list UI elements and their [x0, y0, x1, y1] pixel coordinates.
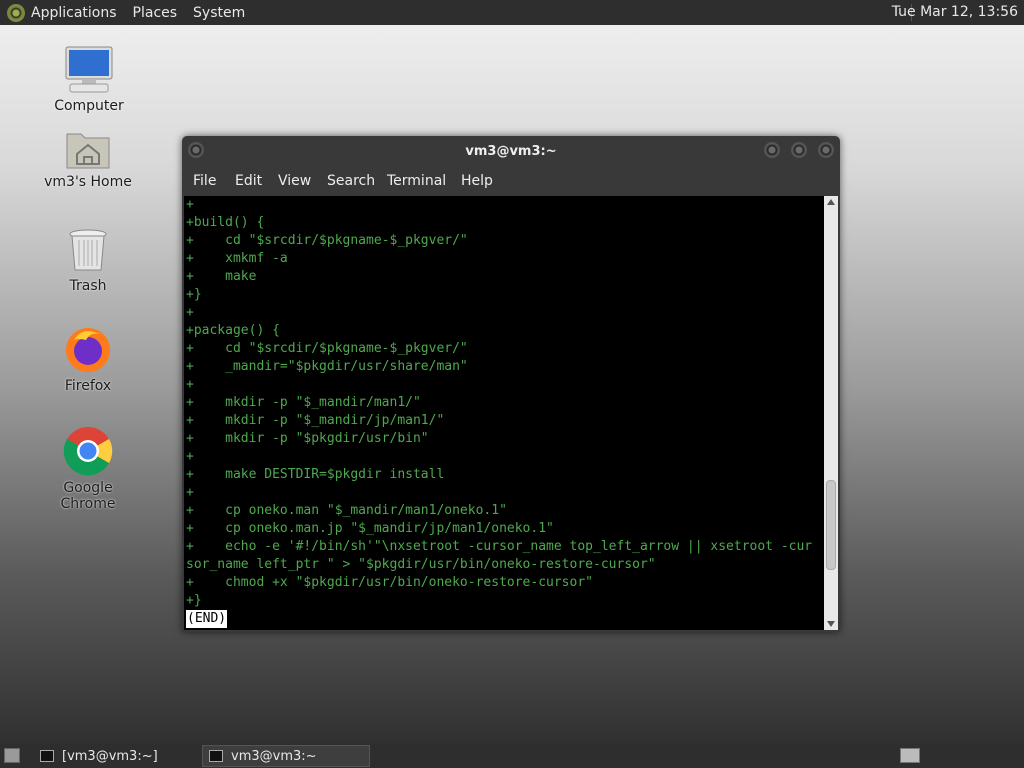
chrome-icon [63, 427, 113, 476]
terminal-line: + cd "$srcdir/$pkgname-$_pkgver/" [186, 341, 468, 356]
terminal-line: + make [186, 269, 257, 284]
menu-search[interactable]: Search [327, 173, 375, 189]
terminal-line: + echo -e '#!/bin/sh'"\nxsetroot -cursor… [186, 539, 813, 554]
terminal-line: + [186, 377, 194, 392]
maximize-icon[interactable] [791, 142, 807, 158]
terminal-icon [209, 750, 223, 762]
terminal-icon [40, 750, 54, 762]
terminal-line: + make DESTDIR=$pkgdir install [186, 467, 445, 482]
desktop-icon-trash[interactable]: Trash [38, 228, 138, 294]
menu-applications[interactable]: Applications [31, 5, 117, 21]
terminal-scrollbar[interactable] [824, 196, 838, 630]
close-icon[interactable] [818, 142, 834, 158]
home-folder-icon [66, 133, 110, 169]
menu-terminal[interactable]: Terminal [387, 173, 446, 189]
workspace-switcher[interactable] [900, 748, 920, 763]
menu-help[interactable]: Help [461, 173, 493, 189]
trash-icon [69, 229, 107, 271]
pager-status-line: (END) [184, 610, 824, 628]
menu-file[interactable]: File [193, 173, 216, 189]
top-panel: Applications Places System Tue Mar 12, 1… [0, 0, 1024, 25]
terminal-window[interactable]: vm3@vm3:~ File Edit View Search Terminal… [182, 136, 840, 632]
scroll-up-arrow-icon[interactable] [827, 199, 835, 205]
window-title: vm3@vm3:~ [465, 144, 557, 159]
distro-logo-icon[interactable] [7, 3, 25, 22]
terminal-line: + [186, 485, 194, 500]
terminal-line: +} [186, 593, 202, 608]
bottom-panel: [vm3@vm3:~] vm3@vm3:~ [0, 744, 1024, 768]
terminal-line: +build() { [186, 215, 265, 230]
desktop-icon-computer[interactable]: Computer [39, 46, 139, 114]
terminal-line: + cp oneko.man.jp "$_mandir/jp/man1/onek… [186, 521, 554, 536]
minimize-icon[interactable] [764, 142, 780, 158]
desktop-icon-label: Google Chrome [60, 480, 116, 512]
menu-view[interactable]: View [278, 173, 311, 189]
scroll-down-arrow-icon[interactable] [827, 621, 835, 627]
menu-system[interactable]: System [193, 5, 245, 21]
terminal-line: + mkdir -p "$_mandir/jp/man1/" [186, 413, 445, 428]
terminal-line: + cd "$srcdir/$pkgname-$_pkgver/" [186, 233, 468, 248]
terminal-line: + xmkmf -a [186, 251, 288, 266]
taskbar-item-terminal-2[interactable]: vm3@vm3:~ [202, 745, 370, 767]
terminal-line: + chmod +x "$pkgdir/usr/bin/oneko-restor… [186, 575, 593, 590]
window-titlebar[interactable]: vm3@vm3:~ [182, 136, 840, 166]
taskbar-item-terminal-1[interactable]: [vm3@vm3:~] [34, 745, 199, 767]
computer-icon [65, 46, 113, 93]
terminal-menubar: File Edit View Search Terminal Help [182, 166, 840, 196]
terminal-line: +package() { [186, 323, 280, 338]
clock[interactable]: Tue Mar 12, 13:56 [892, 4, 1018, 20]
menu-places[interactable]: Places [133, 5, 178, 21]
desktop-icon-chrome[interactable]: Google Chrome [38, 426, 138, 512]
terminal-output[interactable]: + +build() { + cd "$srcdir/$pkgname-$_pkgv… [184, 196, 824, 630]
desktop-icon-home[interactable]: vm3's Home [38, 128, 138, 190]
pager-status: (END) [186, 610, 228, 628]
menu-edit[interactable]: Edit [235, 173, 262, 189]
terminal-line: + mkdir -p "$pkgdir/usr/bin" [186, 431, 429, 446]
terminal-line: + [186, 197, 194, 212]
terminal-line: + [186, 449, 194, 464]
desktop-icon-label: Computer [54, 98, 124, 114]
terminal-line: +} [186, 287, 202, 302]
terminal-line: sor_name left_ptr " > "$pkgdir/usr/bin/o… [186, 557, 656, 572]
desktop-icon-label: Trash [69, 278, 107, 294]
taskbar-item-label: vm3@vm3:~ [231, 748, 317, 764]
firefox-icon [66, 328, 110, 372]
scrollbar-thumb[interactable] [826, 480, 836, 570]
terminal-line: + [186, 305, 194, 320]
taskbar-item-label: [vm3@vm3:~] [62, 748, 158, 764]
desktop-icon-firefox[interactable]: Firefox [38, 326, 138, 394]
show-desktop-icon[interactable] [4, 748, 20, 763]
terminal-line: + mkdir -p "$_mandir/man1/" [186, 395, 421, 410]
desktop-icon-label: Firefox [64, 378, 112, 394]
terminal-line: + _mandir="$pkgdir/usr/share/man" [186, 359, 468, 374]
terminal-line: + cp oneko.man "$_mandir/man1/oneko.1" [186, 503, 507, 518]
desktop-icon-label: vm3's Home [44, 174, 132, 190]
